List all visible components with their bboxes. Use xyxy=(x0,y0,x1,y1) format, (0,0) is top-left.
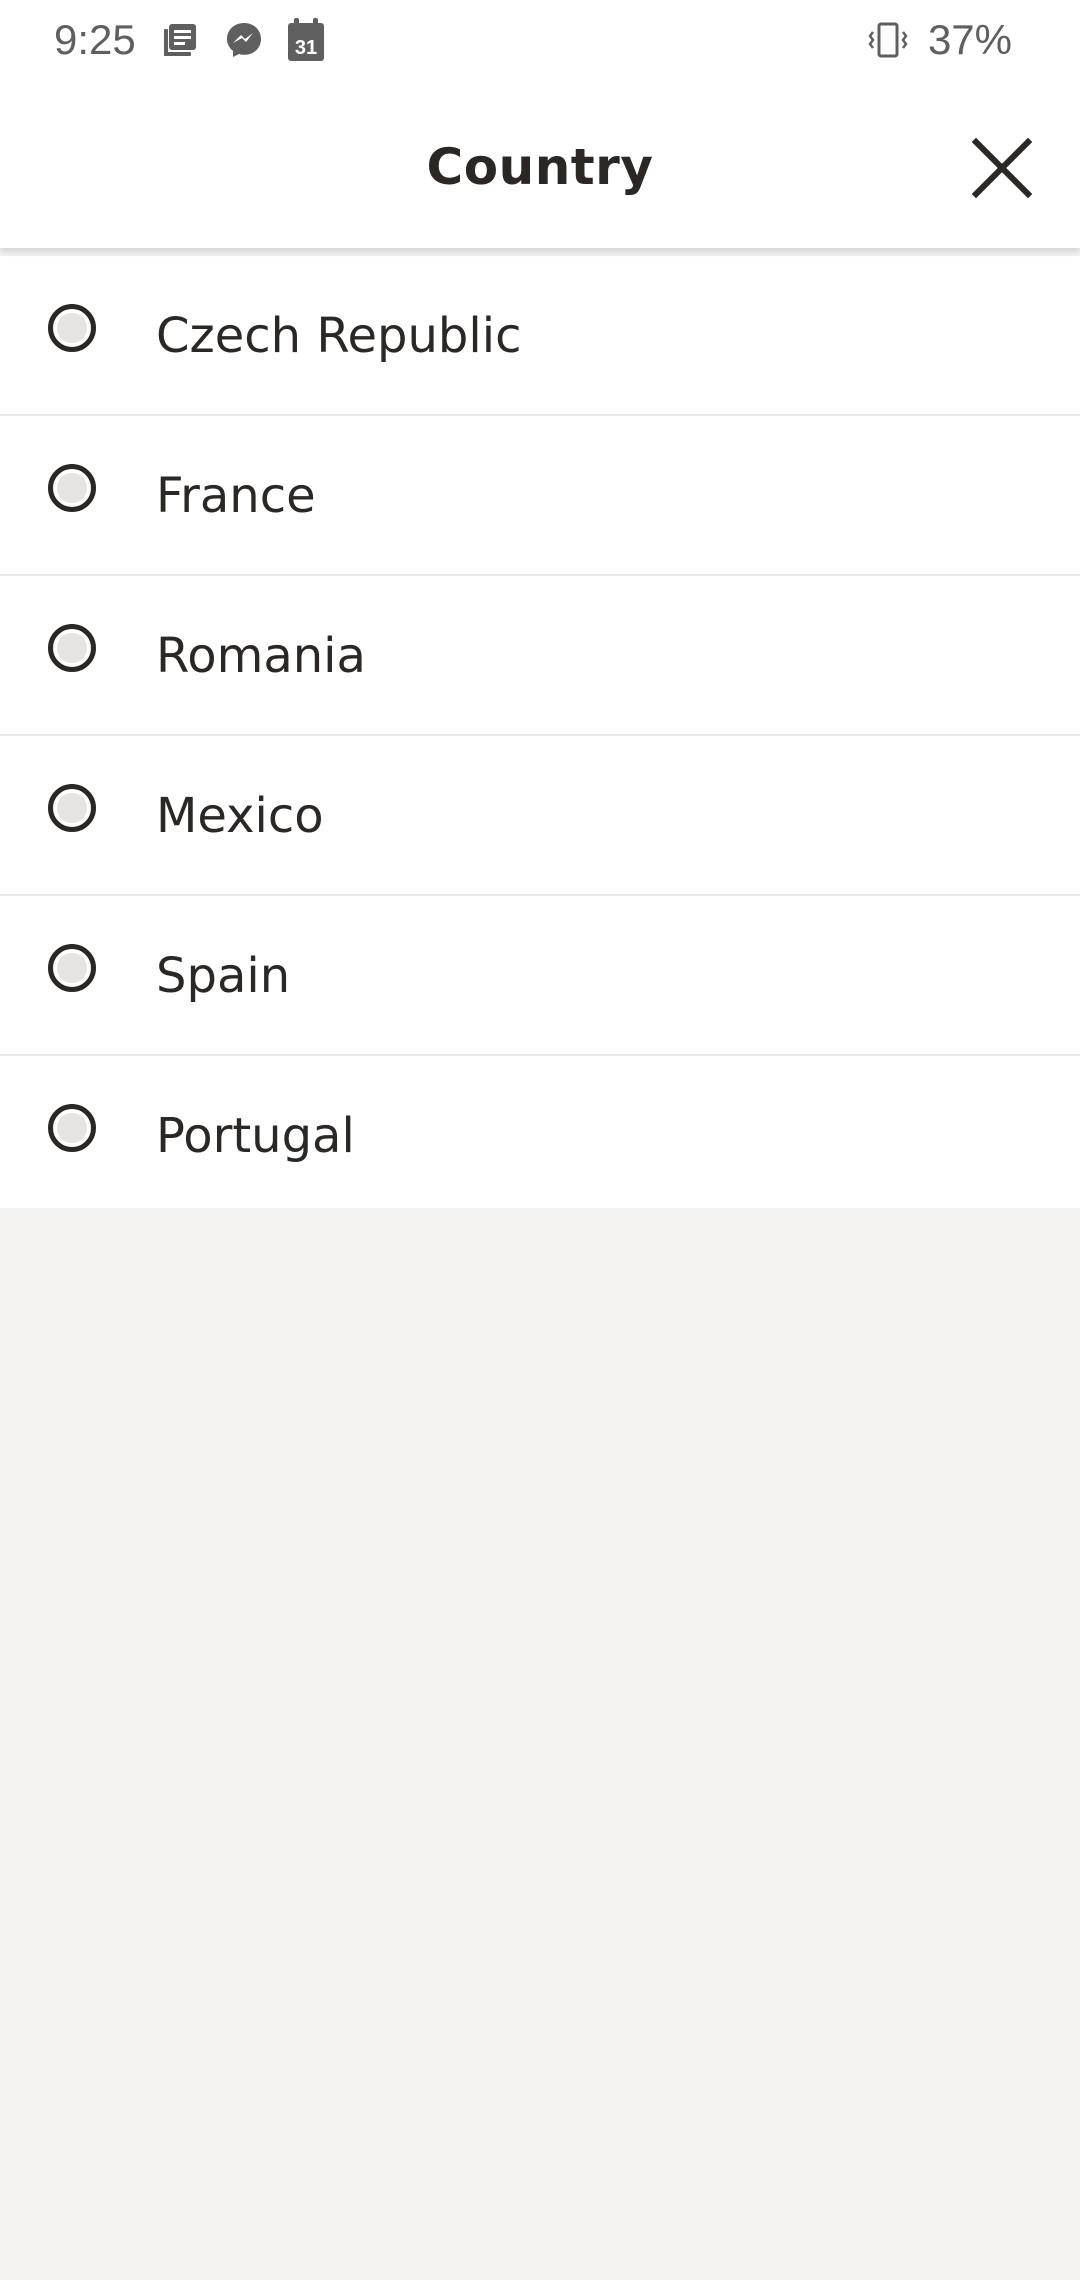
list-item-label: Portugal xyxy=(156,1108,355,1164)
page-title: Country xyxy=(426,138,654,196)
list-item-portugal[interactable]: Portugal xyxy=(0,1056,1080,1214)
news-icon xyxy=(158,18,202,62)
status-time: 9:25 xyxy=(54,16,136,63)
messenger-icon xyxy=(222,18,266,62)
list-item-label: Czech Republic xyxy=(156,308,522,364)
radio-button[interactable] xyxy=(48,304,96,352)
list-item-romania[interactable]: Romania xyxy=(0,576,1080,736)
calendar-icon: 31 xyxy=(284,18,328,62)
radio-inner xyxy=(57,313,87,343)
list-item-czech-republic[interactable]: Czech Republic xyxy=(0,256,1080,416)
radio-button[interactable] xyxy=(48,1104,96,1152)
list-item-mexico[interactable]: Mexico xyxy=(0,736,1080,896)
list-item-label: Mexico xyxy=(156,788,324,844)
list-item-france[interactable]: France xyxy=(0,416,1080,576)
radio-inner xyxy=(57,473,87,503)
radio-inner xyxy=(57,953,87,983)
vibrate-icon xyxy=(866,18,910,62)
empty-background xyxy=(0,1208,1080,2280)
header: Country xyxy=(0,84,1080,248)
radio-inner xyxy=(57,1113,87,1143)
calendar-day: 31 xyxy=(295,37,317,59)
close-icon xyxy=(971,137,1033,199)
list-item-spain[interactable]: Spain xyxy=(0,896,1080,1056)
radio-button[interactable] xyxy=(48,464,96,512)
battery-percentage: 37% xyxy=(927,16,1012,63)
close-button[interactable] xyxy=(962,128,1042,208)
radio-inner xyxy=(57,793,87,823)
radio-button[interactable] xyxy=(48,944,96,992)
list-item-label: Spain xyxy=(156,948,291,1004)
radio-button[interactable] xyxy=(48,624,96,672)
country-list: Czech Republic France Romania Mexico Spa… xyxy=(0,256,1080,1214)
list-item-label: France xyxy=(156,468,316,524)
radio-button[interactable] xyxy=(48,784,96,832)
list-item-label: Romania xyxy=(156,628,366,684)
status-bar: 9:25 31 37% xyxy=(0,0,1080,84)
radio-inner xyxy=(57,633,87,663)
